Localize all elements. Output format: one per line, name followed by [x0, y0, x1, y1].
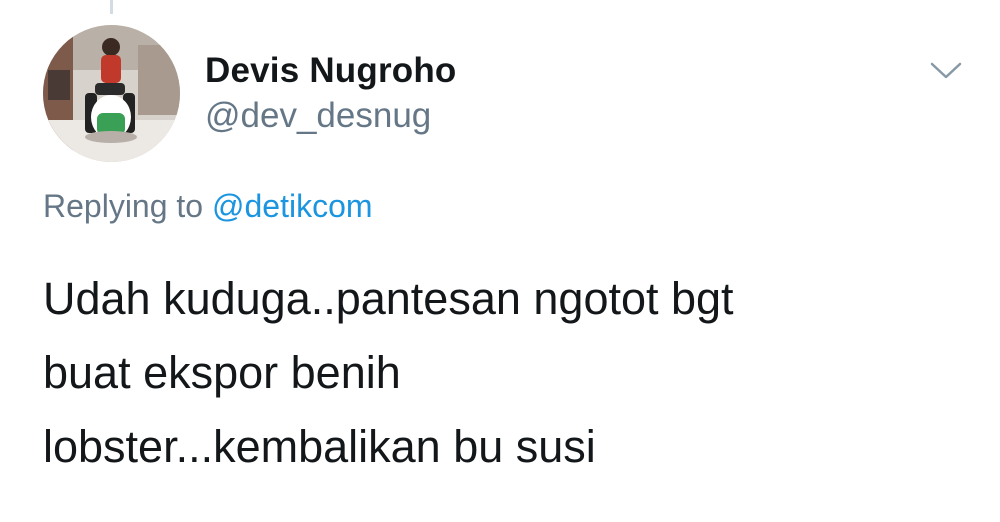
- avatar-photo: [43, 25, 180, 162]
- chevron-down-icon[interactable]: [926, 56, 966, 86]
- tweet-author[interactable]: Devis Nugroho @dev_desnug: [205, 50, 457, 137]
- tweet-text-line: buat ekspor benih: [43, 347, 401, 398]
- thread-connector-line: [110, 0, 113, 14]
- tweet-text-line: lobster...kembalikan bu susi: [43, 421, 596, 472]
- tweet-text: Udah kuduga..pantesan ngotot bgt buat ek…: [43, 262, 943, 484]
- author-display-name[interactable]: Devis Nugroho: [205, 50, 457, 92]
- tweet-text-line: Udah kuduga..pantesan ngotot bgt: [43, 273, 734, 324]
- replying-to-label: Replying to: [43, 188, 204, 224]
- author-handle[interactable]: @dev_desnug: [205, 95, 457, 137]
- replying-to-line: Replying to @detikcom: [43, 186, 373, 226]
- avatar[interactable]: [43, 25, 180, 162]
- reply-to-handle-link[interactable]: @detikcom: [212, 188, 373, 224]
